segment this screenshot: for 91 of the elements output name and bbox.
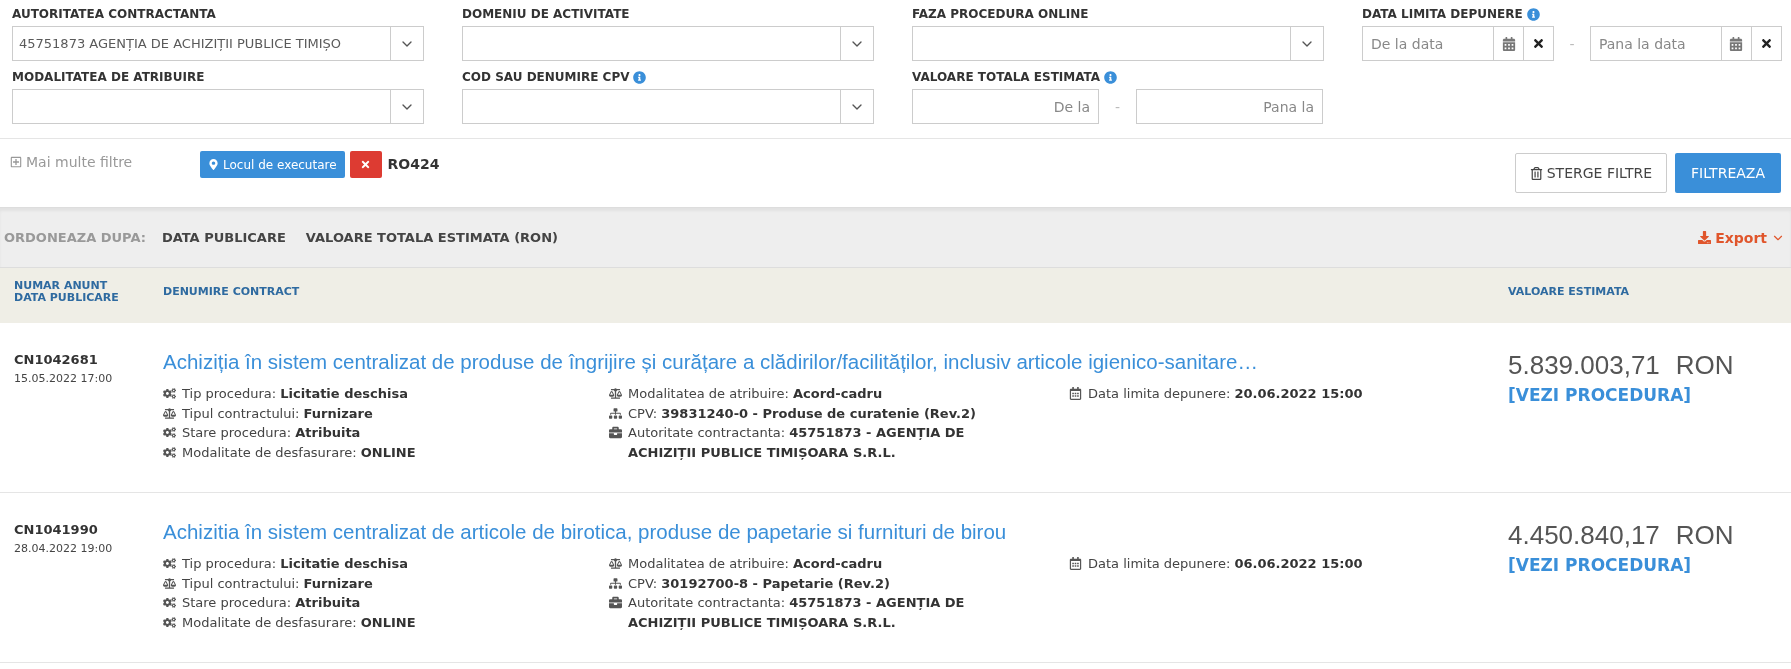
- scale-icon: [163, 406, 176, 420]
- gears-icon: [163, 445, 176, 459]
- column-header: NUMAR ANUNT: [14, 280, 109, 292]
- date-field[interactable]: Pana la data: [1589, 26, 1722, 61]
- detail-text: Data limita depunere: 06.06.2022 15:00: [1088, 555, 1363, 573]
- detail-text: Stare procedura: Atribuita: [182, 424, 361, 442]
- detail-text: Modalitate de desfasurare: ONLINE: [182, 443, 416, 462]
- contract-title-link[interactable]: Achiziția în sistem centralizat de produse de îngrijire și curățare a clădirilor/facilităților, inclusiv articole igienico-sanitare…: [163, 350, 1258, 373]
- gears-icon: [163, 557, 176, 570]
- trash-icon: [1529, 166, 1543, 180]
- filter-label: DATA LIMITA DEPUNERE: [1362, 7, 1523, 21]
- close-icon: [1760, 37, 1773, 50]
- hierarchy-icon: [609, 406, 622, 420]
- detail-text: Tip procedura: Licitatie deschisa: [182, 385, 408, 403]
- gears-icon: [163, 615, 176, 629]
- clear-filters-button[interactable]: STERGE FILTRE: [1514, 153, 1668, 193]
- currency: RON: [1675, 520, 1734, 551]
- detail-text: Autoritate contractanta: 45751873 - AGENȚIA DE ACHIZIȚII PUBLICE TIMIȘOARA S.R.L.: [628, 424, 966, 462]
- filter-value: RO424: [387, 155, 440, 174]
- filter-label: MODALITATEA DE ATRIBUIRE: [12, 70, 205, 84]
- remove-filter-button[interactable]: [349, 151, 382, 178]
- dropdown-field[interactable]: [462, 26, 874, 61]
- map-pin-icon: [208, 159, 219, 170]
- scale-icon: [163, 576, 176, 590]
- sort-label: ORDONEAZA DUPA:: [4, 230, 146, 245]
- download-icon: [1698, 231, 1712, 244]
- range-dash: -: [1568, 35, 1576, 52]
- dropdown-field[interactable]: 45751873 AGENȚIA DE ACHIZIȚII PUBLICE TIMIȘO: [12, 26, 424, 61]
- export-link[interactable]: Export: [1698, 229, 1785, 246]
- sort-option[interactable]: VALOARE TOTALA ESTIMATA (RON): [305, 230, 558, 245]
- currency: RON: [1675, 350, 1734, 381]
- calendar-icon: [1729, 36, 1744, 51]
- dropdown-field[interactable]: [912, 26, 1324, 61]
- detail-text: CPV: 39831240-0 - Produse de curatenie (Rev.2): [628, 404, 976, 423]
- close-icon: [360, 159, 372, 170]
- more-filters-link[interactable]: Mai multe filtre: [10, 154, 200, 170]
- info-icon[interactable]: [633, 70, 647, 84]
- estimated-value: 5.839.003,71: [1508, 350, 1660, 381]
- detail-text: Modalitatea de atribuire: Acord-cadru: [628, 555, 883, 573]
- min-value-field[interactable]: De la: [912, 89, 1099, 124]
- gears-icon: [163, 426, 176, 439]
- notice-number: CN1041990: [14, 522, 99, 537]
- filter-button[interactable]: FILTREAZA: [1675, 153, 1781, 193]
- gears-icon: [163, 387, 176, 400]
- view-procedure-link[interactable]: [VEZI PROCEDURA]: [1508, 555, 1692, 575]
- briefcase-icon: [609, 426, 622, 439]
- contract-title-link[interactable]: Achizitia în sistem centralizat de articole de birotica, produse de papetarie si furnituri de birou: [163, 520, 1007, 543]
- publish-date: 15.05.2022 17:00: [14, 372, 114, 385]
- column-header: DATA PUBLICARE: [14, 292, 120, 304]
- filter-label: VALOARE TOTALA ESTIMATA: [912, 70, 1101, 84]
- clear-date-button[interactable]: [1751, 26, 1782, 61]
- max-value-field[interactable]: Pana la: [1136, 89, 1323, 124]
- filter-label: COD SAU DENUMIRE CPV: [462, 70, 630, 84]
- clear-date-button[interactable]: [1524, 26, 1555, 61]
- detail-text: Tipul contractului: Furnizare: [182, 574, 373, 593]
- detail-text: Autoritate contractanta: 45751873 - AGENȚIA DE ACHIZIȚII PUBLICE TIMIȘOARA S.R.L.: [628, 594, 966, 632]
- column-header: VALOARE ESTIMATA: [1508, 285, 1630, 298]
- dropdown-field[interactable]: [462, 89, 874, 124]
- estimated-value: 4.450.840,17: [1508, 520, 1660, 551]
- notice-number: CN1042681: [14, 352, 99, 367]
- sort-option[interactable]: DATA PUBLICARE: [161, 230, 286, 245]
- detail-text: Tip procedura: Licitatie deschisa: [182, 555, 408, 573]
- detail-text: Stare procedura: Atribuita: [182, 594, 361, 612]
- calendar-button[interactable]: [1721, 26, 1752, 61]
- calendar-icon: [1501, 36, 1516, 51]
- hierarchy-icon: [609, 576, 622, 590]
- calendar-icon: [1069, 387, 1082, 400]
- view-procedure-link[interactable]: [VEZI PROCEDURA]: [1508, 385, 1692, 405]
- column-header: DENUMIRE CONTRACT: [163, 285, 300, 298]
- range-dash: -: [1113, 98, 1122, 115]
- calendar-button[interactable]: [1494, 26, 1525, 61]
- detail-text: Modalitatea de atribuire: Acord-cadru: [628, 385, 883, 403]
- detail-text: CPV: 30192700-8 - Papetarie (Rev.2): [628, 574, 890, 593]
- filter-label: AUTORITATEA CONTRACTANTA: [12, 7, 216, 21]
- filter-tag: Locul de executare: [200, 151, 345, 178]
- filter-label: FAZA PROCEDURA ONLINE: [912, 7, 1089, 21]
- close-icon: [1532, 37, 1546, 50]
- publish-date: 28.04.2022 19:00: [14, 542, 114, 555]
- scale-icon: [609, 557, 622, 570]
- gears-icon: [163, 596, 176, 609]
- calendar-icon: [1069, 557, 1082, 570]
- info-icon[interactable]: [1104, 70, 1118, 84]
- scale-icon: [609, 387, 622, 400]
- info-icon[interactable]: [1526, 7, 1540, 21]
- detail-text: Modalitate de desfasurare: ONLINE: [182, 613, 416, 632]
- filter-label: DOMENIU DE ACTIVITATE: [462, 7, 630, 21]
- dropdown-field[interactable]: [12, 89, 424, 124]
- detail-text: Tipul contractului: Furnizare: [182, 404, 373, 423]
- date-field[interactable]: De la data: [1362, 26, 1494, 61]
- detail-text: Data limita depunere: 20.06.2022 15:00: [1088, 385, 1363, 403]
- briefcase-icon: [609, 596, 622, 609]
